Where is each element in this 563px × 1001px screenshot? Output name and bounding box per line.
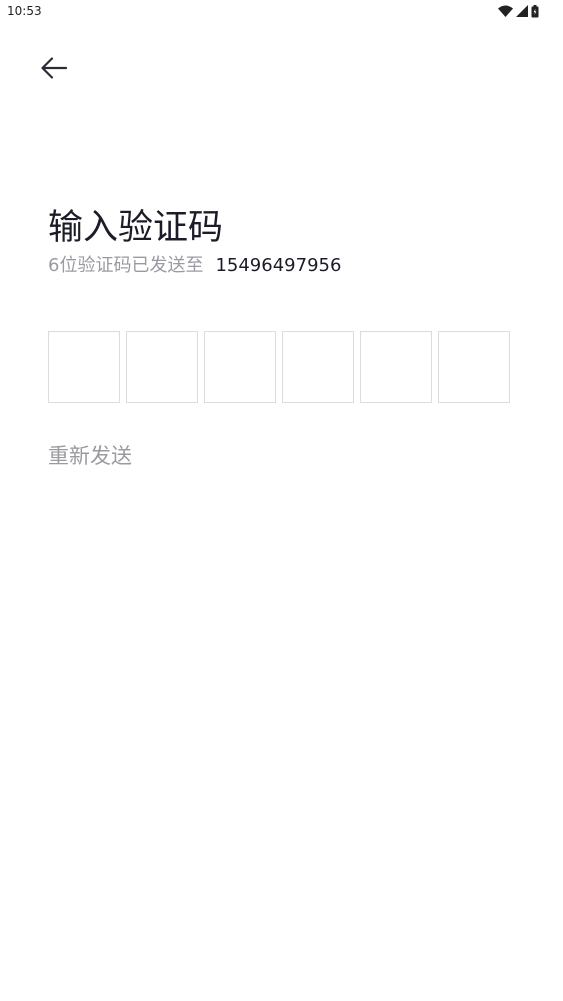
page-title: 输入验证码 <box>48 208 224 248</box>
code-digit-box-1[interactable] <box>48 331 120 403</box>
status-time: 10:53 <box>7 4 42 18</box>
code-digit-box-5[interactable] <box>360 331 432 403</box>
phone-number: 15496497956 <box>215 255 342 276</box>
wifi-icon <box>498 5 513 17</box>
resend-button[interactable]: 重新发送 <box>48 441 132 471</box>
arrow-left-icon <box>39 56 69 84</box>
status-icons <box>498 4 539 18</box>
code-sent-hint: 6位验证码已发送至 15496497956 <box>48 253 341 279</box>
code-digit-box-2[interactable] <box>126 331 198 403</box>
status-bar: 10:53 <box>0 0 563 24</box>
battery-icon <box>531 4 539 18</box>
back-button[interactable] <box>32 52 76 88</box>
verification-code-input[interactable] <box>48 331 510 403</box>
code-sent-label: 6位验证码已发送至 <box>48 255 204 276</box>
cellular-signal-icon <box>516 5 528 17</box>
code-digit-box-6[interactable] <box>438 331 510 403</box>
code-digit-box-3[interactable] <box>204 331 276 403</box>
code-digit-box-4[interactable] <box>282 331 354 403</box>
